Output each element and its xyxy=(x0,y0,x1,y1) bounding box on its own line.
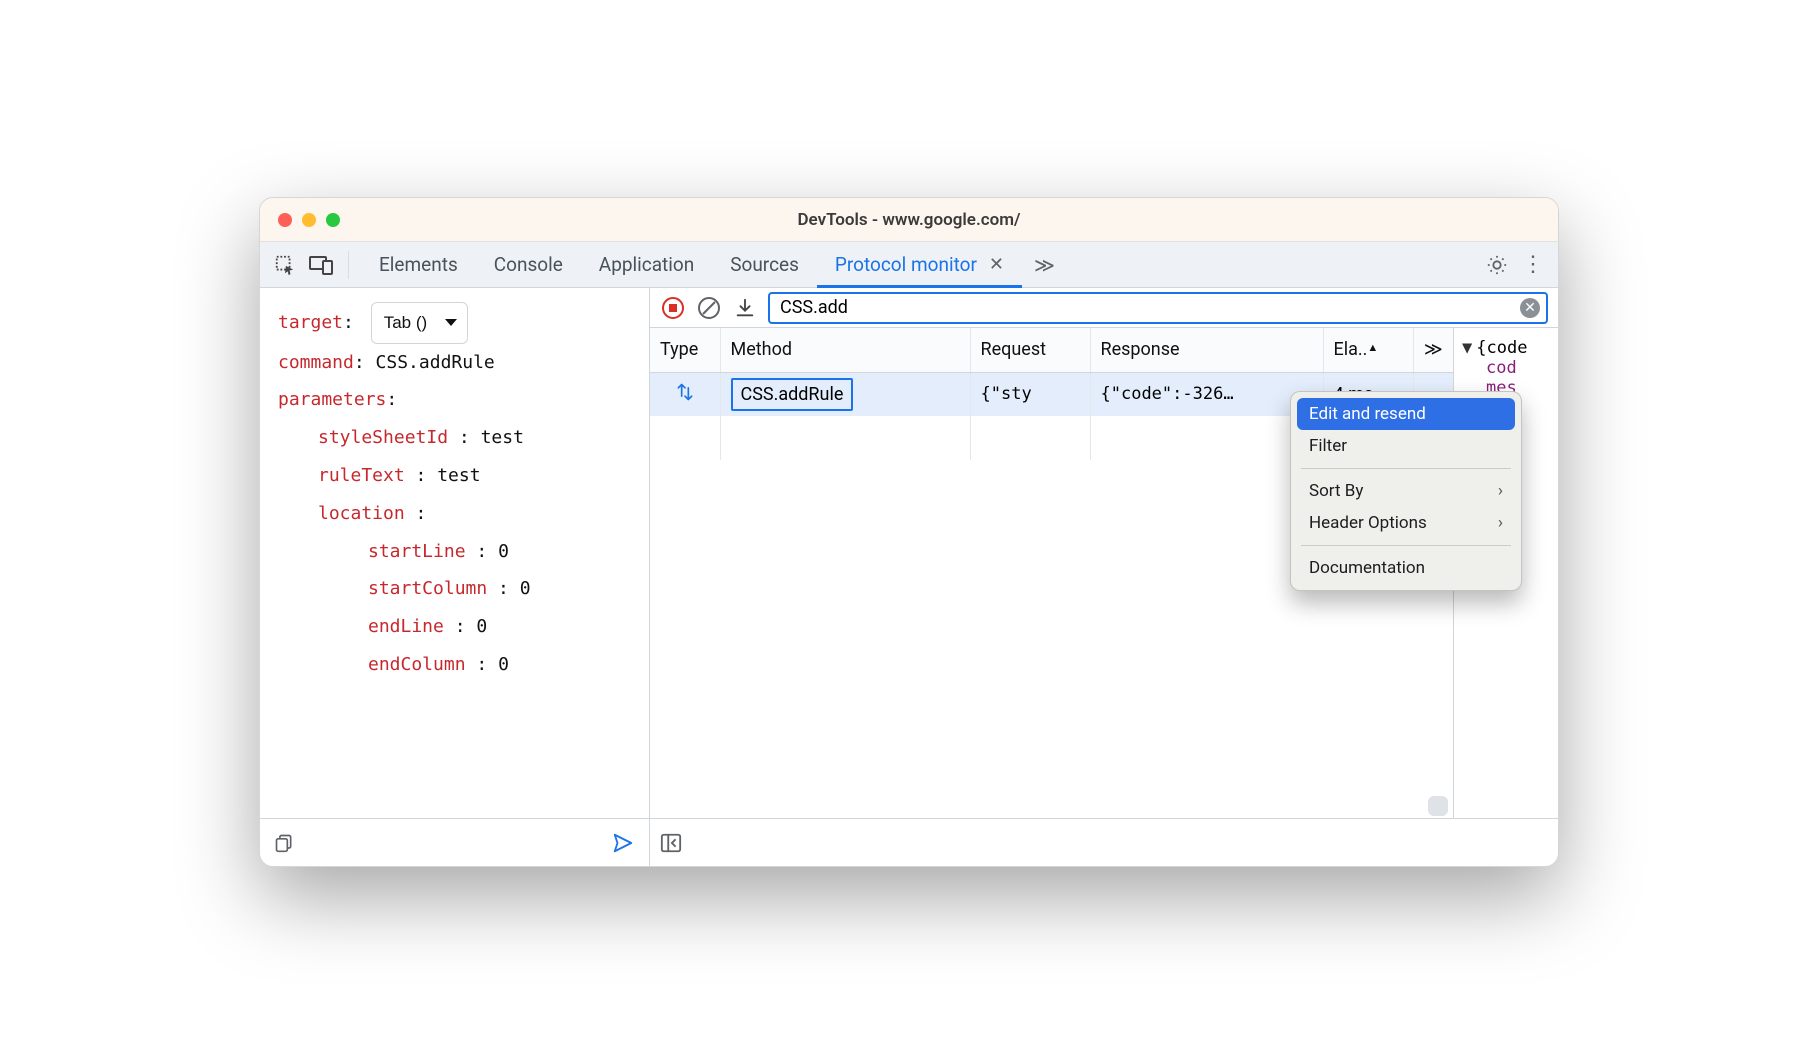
chevron-right-icon: › xyxy=(1498,481,1503,501)
param-key: startColumn xyxy=(368,578,487,599)
ctx-label: Sort By xyxy=(1309,481,1363,501)
target-label: target xyxy=(278,312,343,333)
editor-footer xyxy=(260,818,649,866)
param-key: endColumn xyxy=(368,654,466,675)
param-value: test xyxy=(437,465,480,486)
toggle-sidebar-icon[interactable] xyxy=(660,832,682,854)
more-tabs-icon[interactable]: ≫ xyxy=(1028,253,1061,277)
param-value: 0 xyxy=(498,541,509,562)
chevron-right-icon: › xyxy=(1498,513,1503,533)
command-label: command xyxy=(278,352,354,373)
chevron-down-icon xyxy=(445,319,457,326)
ctx-header-options[interactable]: Header Options › xyxy=(1297,507,1515,539)
tab-sources[interactable]: Sources xyxy=(712,242,817,288)
tab-label: Sources xyxy=(730,253,799,276)
log-footer xyxy=(650,818,1558,866)
main-area: target: Tab () command: CSS.addRule para… xyxy=(260,288,1558,866)
devtools-tabsbar: Elements Console Application Sources Pro… xyxy=(260,242,1558,288)
record-toggle-button[interactable] xyxy=(660,295,686,321)
parameters-label: parameters xyxy=(278,389,386,410)
context-menu: Edit and resend Filter Sort By › Header O… xyxy=(1290,391,1522,591)
ctx-filter[interactable]: Filter xyxy=(1297,430,1515,462)
ctx-label: Edit and resend xyxy=(1309,404,1426,424)
col-request[interactable]: Request xyxy=(970,328,1090,372)
send-command-button[interactable] xyxy=(611,832,635,854)
ctx-label: Filter xyxy=(1309,436,1347,456)
minimize-window-button[interactable] xyxy=(302,213,316,227)
download-log-button[interactable] xyxy=(732,295,758,321)
ctx-separator xyxy=(1301,468,1511,469)
param-value: test xyxy=(481,427,524,448)
param-key: location xyxy=(318,503,405,524)
copy-icon[interactable] xyxy=(274,833,294,853)
ctx-label: Documentation xyxy=(1309,558,1425,578)
col-type[interactable]: Type xyxy=(650,328,720,372)
ctx-label: Header Options xyxy=(1309,513,1427,533)
tab-console[interactable]: Console xyxy=(476,242,581,288)
sort-asc-icon: ▲ xyxy=(1367,341,1378,354)
col-overflow[interactable]: ≫ xyxy=(1413,328,1453,372)
ctx-documentation[interactable]: Documentation xyxy=(1297,552,1515,584)
details-key: cod xyxy=(1486,358,1517,378)
details-root: {code xyxy=(1476,338,1527,358)
devtools-window: DevTools - www.google.com/ Elements Cons… xyxy=(259,197,1559,867)
col-response[interactable]: Response xyxy=(1090,328,1323,372)
ctx-separator xyxy=(1301,545,1511,546)
col-elapsed[interactable]: Ela..▲ xyxy=(1323,328,1413,372)
separator xyxy=(348,251,349,279)
param-value: 0 xyxy=(476,616,487,637)
window-title: DevTools - www.google.com/ xyxy=(260,210,1558,230)
tab-label: Application xyxy=(599,253,694,276)
bidirectional-arrow-icon xyxy=(660,381,710,403)
tab-elements[interactable]: Elements xyxy=(361,242,476,288)
row-response: {"code":-326… xyxy=(1090,372,1323,416)
param-value: 0 xyxy=(520,578,531,599)
row-request: {"sty xyxy=(970,372,1090,416)
protocol-log-panel: CSS.add ✕ Type Method Request xyxy=(650,288,1558,866)
param-key: endLine xyxy=(368,616,444,637)
param-value: 0 xyxy=(498,654,509,675)
inspect-element-icon[interactable] xyxy=(270,250,300,280)
settings-gear-icon[interactable] xyxy=(1482,250,1512,280)
clear-filter-icon[interactable]: ✕ xyxy=(1520,298,1540,318)
close-window-button[interactable] xyxy=(278,213,292,227)
param-key: ruleText xyxy=(318,465,405,486)
row-method: CSS.addRule xyxy=(731,378,854,411)
command-editor-panel: target: Tab () command: CSS.addRule para… xyxy=(260,288,650,866)
tab-label: Console xyxy=(494,253,563,276)
ctx-sort-by[interactable]: Sort By › xyxy=(1297,475,1515,507)
tab-label: Elements xyxy=(379,253,458,276)
panel-tabs: Elements Console Application Sources Pro… xyxy=(361,242,1022,288)
tab-label: Protocol monitor xyxy=(835,253,977,276)
filter-input-value: CSS.add xyxy=(780,297,1520,318)
ctx-edit-resend[interactable]: Edit and resend xyxy=(1297,398,1515,430)
log-toolbar: CSS.add ✕ xyxy=(650,288,1558,328)
disclosure-triangle-icon[interactable]: ▼ xyxy=(1462,338,1472,358)
param-key: styleSheetId xyxy=(318,427,448,448)
traffic-lights xyxy=(260,213,340,227)
command-editor[interactable]: target: Tab () command: CSS.addRule para… xyxy=(260,288,649,818)
more-menu-icon[interactable]: ⋮ xyxy=(1518,250,1548,280)
tab-application[interactable]: Application xyxy=(581,242,712,288)
target-select[interactable]: Tab () xyxy=(371,302,468,344)
clear-log-button[interactable] xyxy=(696,295,722,321)
param-key: startLine xyxy=(368,541,466,562)
tab-protocol-monitor[interactable]: Protocol monitor ✕ xyxy=(817,242,1022,288)
target-select-value: Tab () xyxy=(384,305,427,341)
scrollbar-thumb[interactable] xyxy=(1428,796,1448,816)
close-tab-icon[interactable]: ✕ xyxy=(989,254,1004,275)
col-method[interactable]: Method xyxy=(720,328,970,372)
device-toolbar-icon[interactable] xyxy=(306,250,336,280)
zoom-window-button[interactable] xyxy=(326,213,340,227)
titlebar: DevTools - www.google.com/ xyxy=(260,198,1558,242)
command-value: CSS.addRule xyxy=(376,352,495,373)
filter-input[interactable]: CSS.add ✕ xyxy=(768,292,1548,324)
